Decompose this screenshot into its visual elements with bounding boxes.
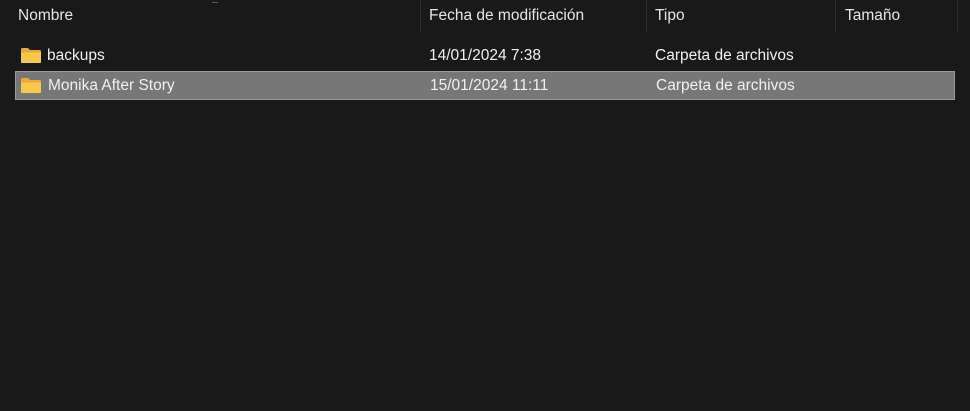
file-row-backups[interactable]: backups 14/01/2024 7:38 Carpeta de archi… <box>15 41 955 70</box>
column-separator[interactable] <box>957 0 958 32</box>
column-header-name-label: Nombre <box>18 7 74 24</box>
column-header-size-label: Tamaño <box>845 7 901 24</box>
file-type: Carpeta de archivos <box>656 76 795 94</box>
column-header-type-label: Tipo <box>655 7 685 24</box>
file-type: Carpeta de archivos <box>655 46 794 64</box>
column-separator[interactable] <box>835 0 836 32</box>
file-date-modified: 14/01/2024 7:38 <box>429 46 542 64</box>
column-header-date-label: Fecha de modificación <box>429 7 585 24</box>
file-name: backups <box>47 46 105 64</box>
column-header-row: Nombre Fecha de modificación Tipo Tamaño <box>0 0 970 32</box>
column-separator[interactable] <box>646 0 647 32</box>
file-list-pane: Nombre Fecha de modificación Tipo Tamaño… <box>0 0 970 411</box>
file-row-monika-after-story[interactable]: Monika After Story 15/01/2024 11:11 Carp… <box>15 71 955 100</box>
file-name: Monika After Story <box>48 76 175 94</box>
column-header-type[interactable]: Tipo <box>655 0 835 32</box>
folder-icon <box>21 78 41 93</box>
column-header-name[interactable]: Nombre <box>18 0 418 32</box>
column-header-date-modified[interactable]: Fecha de modificación <box>429 0 645 32</box>
column-separator[interactable] <box>420 0 421 32</box>
folder-icon <box>21 48 41 63</box>
column-header-size[interactable]: Tamaño <box>845 0 955 32</box>
file-date-modified: 15/01/2024 11:11 <box>430 76 549 94</box>
